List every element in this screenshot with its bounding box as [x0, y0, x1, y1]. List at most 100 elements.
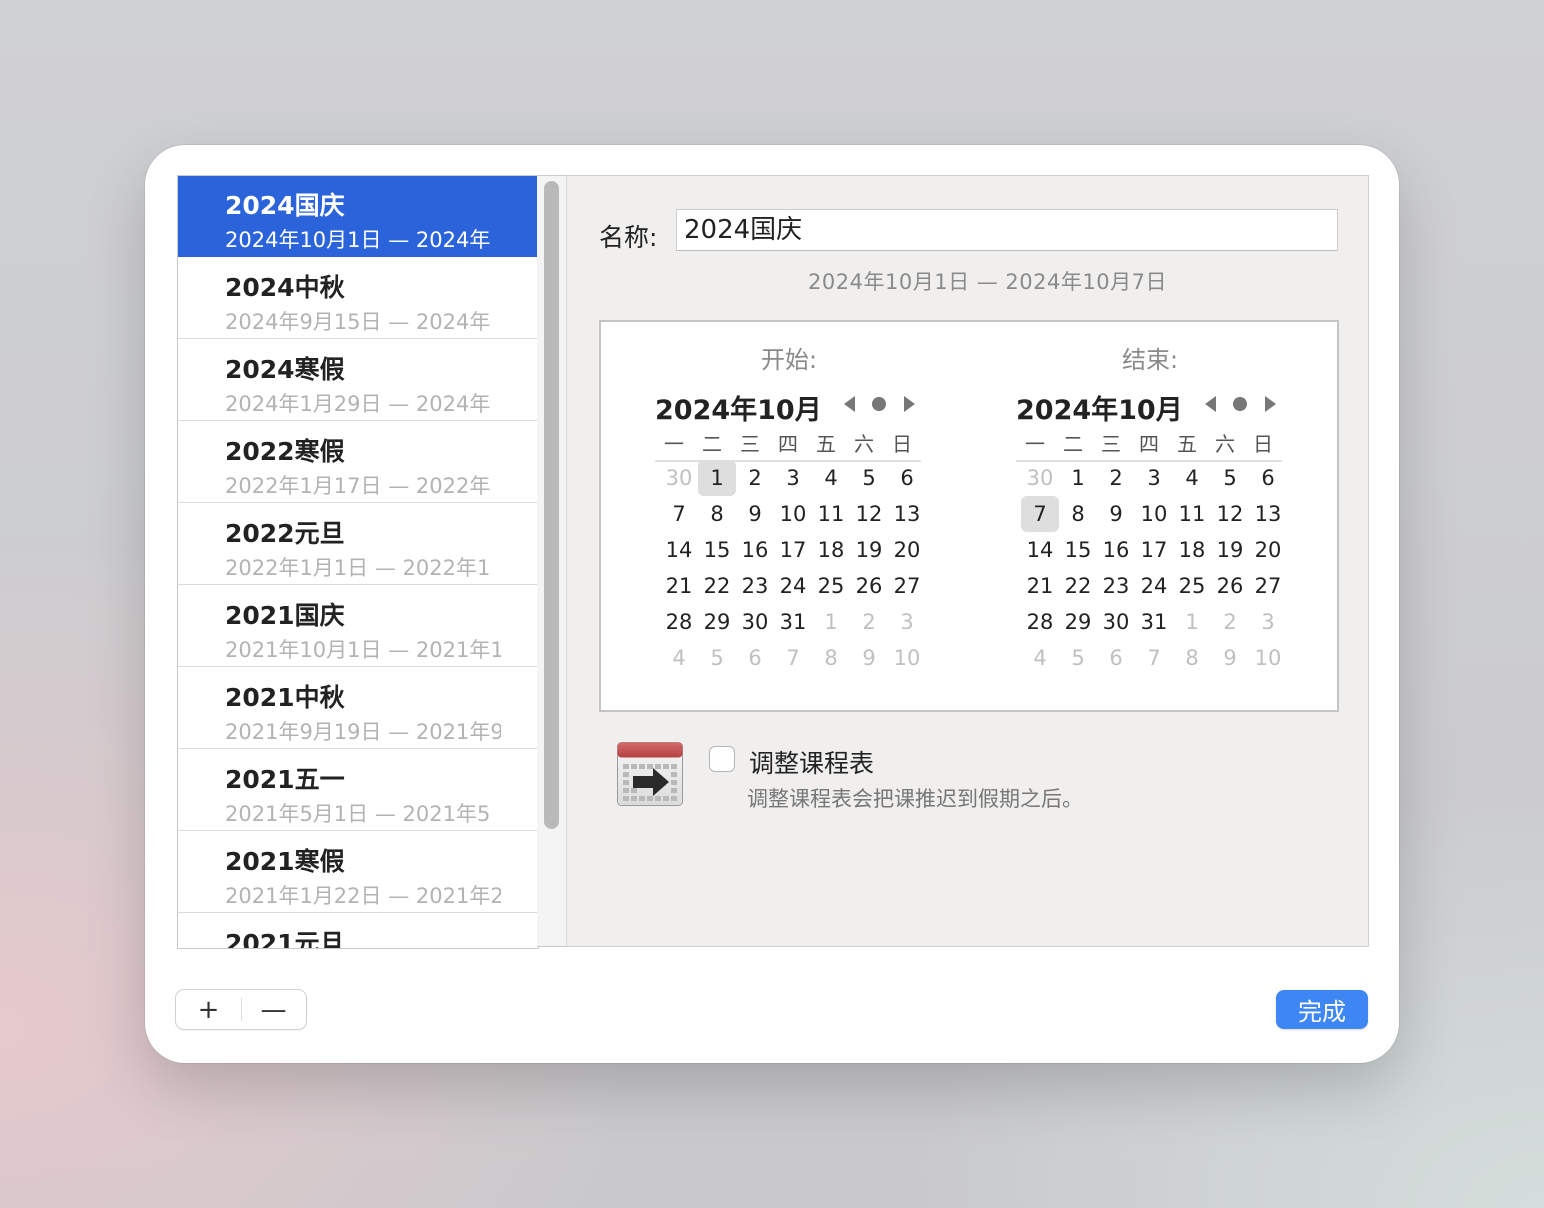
- calendar-day[interactable]: 16: [1097, 532, 1135, 568]
- calendar-day[interactable]: 30: [1021, 460, 1059, 496]
- calendar-day[interactable]: 17: [774, 532, 812, 568]
- calendar-day[interactable]: 31: [1135, 604, 1173, 640]
- calendar-day[interactable]: 16: [736, 532, 774, 568]
- calendar-day[interactable]: 6: [736, 640, 774, 676]
- calendar-day[interactable]: 5: [1059, 640, 1097, 676]
- calendar-day[interactable]: 15: [698, 532, 736, 568]
- calendar-day[interactable]: 4: [1173, 460, 1211, 496]
- remove-button[interactable]: —: [241, 990, 306, 1029]
- calendar-day[interactable]: 13: [1249, 496, 1287, 532]
- list-scrollbar-thumb[interactable]: [544, 181, 559, 829]
- calendar-day[interactable]: 12: [850, 496, 888, 532]
- calendar-day[interactable]: 27: [888, 568, 926, 604]
- holiday-list-item[interactable]: 2021元旦: [178, 914, 537, 948]
- calendar-day[interactable]: 1: [812, 604, 850, 640]
- holiday-list-item[interactable]: 2022元旦 2022年1月1日 — 2022年1: [178, 504, 537, 585]
- end-next-month-button[interactable]: [1255, 392, 1285, 416]
- calendar-day[interactable]: 6: [888, 460, 926, 496]
- calendar-day[interactable]: 24: [1135, 568, 1173, 604]
- calendar-day[interactable]: 6: [1249, 460, 1287, 496]
- calendar-day[interactable]: 26: [1211, 568, 1249, 604]
- holiday-list-item[interactable]: 2022寒假 2022年1月17日 — 2022年: [178, 422, 537, 503]
- calendar-day[interactable]: 19: [1211, 532, 1249, 568]
- calendar-day[interactable]: 21: [1021, 568, 1059, 604]
- holiday-list-item[interactable]: 2021中秋 2021年9月19日 — 2021年9: [178, 668, 537, 749]
- calendar-day[interactable]: 18: [1173, 532, 1211, 568]
- calendar-day[interactable]: 4: [660, 640, 698, 676]
- holiday-list-item[interactable]: 2024寒假 2024年1月29日 — 2024年: [178, 340, 537, 421]
- calendar-day[interactable]: 14: [660, 532, 698, 568]
- calendar-day[interactable]: 4: [1021, 640, 1059, 676]
- calendar-day[interactable]: 5: [850, 460, 888, 496]
- calendar-day[interactable]: 4: [812, 460, 850, 496]
- calendar-day[interactable]: 11: [1173, 496, 1211, 532]
- calendar-day[interactable]: 11: [812, 496, 850, 532]
- calendar-day[interactable]: 3: [888, 604, 926, 640]
- calendar-day[interactable]: 3: [774, 460, 812, 496]
- calendar-day[interactable]: 27: [1249, 568, 1287, 604]
- calendar-day[interactable]: 13: [888, 496, 926, 532]
- calendar-day[interactable]: 1: [1173, 604, 1211, 640]
- calendar-day[interactable]: 3: [1135, 460, 1173, 496]
- calendar-day[interactable]: 25: [812, 568, 850, 604]
- calendar-day[interactable]: 30: [736, 604, 774, 640]
- calendar-day[interactable]: 9: [1211, 640, 1249, 676]
- calendar-day[interactable]: 29: [1059, 604, 1097, 640]
- calendar-day[interactable]: 7: [1021, 496, 1059, 532]
- end-prev-month-button[interactable]: [1195, 392, 1225, 416]
- calendar-day[interactable]: 20: [1249, 532, 1287, 568]
- calendar-day[interactable]: 24: [774, 568, 812, 604]
- calendar-day[interactable]: 28: [1021, 604, 1059, 640]
- name-field[interactable]: 2024国庆: [676, 209, 1338, 251]
- calendar-day[interactable]: 2: [1097, 460, 1135, 496]
- calendar-day[interactable]: 8: [1173, 640, 1211, 676]
- calendar-day[interactable]: 31: [774, 604, 812, 640]
- calendar-day[interactable]: 9: [736, 496, 774, 532]
- start-today-button[interactable]: [864, 392, 894, 416]
- calendar-day[interactable]: 3: [1249, 604, 1287, 640]
- calendar-day[interactable]: 8: [1059, 496, 1097, 532]
- start-prev-month-button[interactable]: [834, 392, 864, 416]
- done-button[interactable]: 完成: [1276, 990, 1368, 1029]
- calendar-day[interactable]: 15: [1059, 532, 1097, 568]
- calendar-day[interactable]: 12: [1211, 496, 1249, 532]
- calendar-day[interactable]: 7: [1135, 640, 1173, 676]
- calendar-day[interactable]: 1: [1059, 460, 1097, 496]
- calendar-day[interactable]: 2: [1211, 604, 1249, 640]
- calendar-day[interactable]: 10: [1249, 640, 1287, 676]
- calendar-day[interactable]: 21: [660, 568, 698, 604]
- end-today-button[interactable]: [1225, 392, 1255, 416]
- calendar-day[interactable]: 10: [888, 640, 926, 676]
- calendar-day[interactable]: 8: [812, 640, 850, 676]
- calendar-day[interactable]: 29: [698, 604, 736, 640]
- holiday-list-item[interactable]: 2024国庆 2024年10月1日 — 2024年: [178, 176, 537, 257]
- calendar-day[interactable]: 1: [698, 460, 736, 496]
- calendar-day[interactable]: 8: [698, 496, 736, 532]
- calendar-day[interactable]: 18: [812, 532, 850, 568]
- calendar-day[interactable]: 5: [1211, 460, 1249, 496]
- calendar-day[interactable]: 6: [1097, 640, 1135, 676]
- calendar-day[interactable]: 23: [1097, 568, 1135, 604]
- start-next-month-button[interactable]: [894, 392, 924, 416]
- calendar-day[interactable]: 9: [1097, 496, 1135, 532]
- calendar-day[interactable]: 7: [774, 640, 812, 676]
- holiday-list-item[interactable]: 2024中秋 2024年9月15日 — 2024年: [178, 258, 537, 339]
- calendar-day[interactable]: 20: [888, 532, 926, 568]
- calendar-day[interactable]: 22: [698, 568, 736, 604]
- calendar-day[interactable]: 23: [736, 568, 774, 604]
- calendar-day[interactable]: 26: [850, 568, 888, 604]
- holiday-list-item[interactable]: 2021五一 2021年5月1日 — 2021年5: [178, 750, 537, 831]
- calendar-day[interactable]: 19: [850, 532, 888, 568]
- calendar-day[interactable]: 22: [1059, 568, 1097, 604]
- calendar-day[interactable]: 2: [850, 604, 888, 640]
- holiday-list-item[interactable]: 2021寒假 2021年1月22日 — 2021年2: [178, 832, 537, 913]
- calendar-day[interactable]: 14: [1021, 532, 1059, 568]
- calendar-day[interactable]: 17: [1135, 532, 1173, 568]
- calendar-day[interactable]: 10: [774, 496, 812, 532]
- calendar-day[interactable]: 10: [1135, 496, 1173, 532]
- calendar-day[interactable]: 5: [698, 640, 736, 676]
- calendar-day[interactable]: 2: [736, 460, 774, 496]
- calendar-day[interactable]: 25: [1173, 568, 1211, 604]
- calendar-day[interactable]: 28: [660, 604, 698, 640]
- calendar-day[interactable]: 30: [660, 460, 698, 496]
